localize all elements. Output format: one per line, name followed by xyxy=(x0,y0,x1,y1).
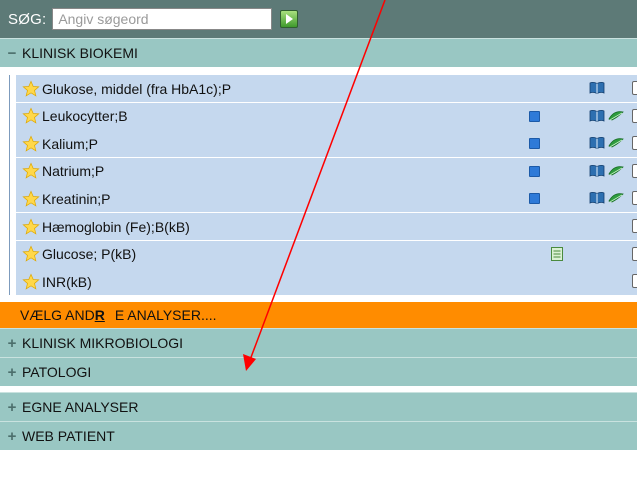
section-klinisk-mikrobiologi[interactable]: + KLINISK MIKROBIOLOGI xyxy=(0,328,637,357)
section-klinisk-biokemi[interactable]: − KLINISK BIOKEMI xyxy=(0,38,637,67)
favorite-star-icon[interactable] xyxy=(22,107,40,125)
section-title: KLINISK BIOKEMI xyxy=(22,45,138,61)
favorite-star-icon[interactable] xyxy=(22,79,40,98)
blue-square-icon[interactable] xyxy=(529,193,540,205)
search-label: SØG: xyxy=(8,10,47,28)
analysis-checkbox[interactable] xyxy=(632,191,637,206)
favorite-star-icon[interactable] xyxy=(22,162,40,180)
section-patologi[interactable]: + PATOLOGI xyxy=(0,357,637,386)
book-icon[interactable] xyxy=(589,136,605,153)
analysis-checkbox[interactable] xyxy=(632,274,637,289)
favorite-star-icon[interactable] xyxy=(22,217,40,236)
blue-square-icon[interactable] xyxy=(529,110,540,122)
section-web-patient[interactable]: + WEB PATIENT xyxy=(0,421,637,450)
choose-more-label: VÆLG ANDR E ANALYSER.... xyxy=(20,307,217,323)
analysis-row[interactable]: Glucose; P(kB) xyxy=(16,240,637,269)
analysis-checkbox[interactable] xyxy=(632,163,637,178)
favorite-star-icon[interactable] xyxy=(22,245,40,263)
analysis-name: Glucose; P(kB) xyxy=(42,246,137,263)
section-title: EGNE ANALYSER xyxy=(22,399,139,415)
expand-icon[interactable]: + xyxy=(2,364,22,381)
collapse-icon[interactable]: − xyxy=(2,45,22,62)
analysis-checkbox[interactable] xyxy=(632,81,637,95)
favorite-star-icon[interactable] xyxy=(22,273,40,291)
analysis-row[interactable]: Kalium;P xyxy=(16,130,637,159)
analysis-row[interactable]: Natrium;P xyxy=(16,157,637,186)
book-icon[interactable] xyxy=(589,164,605,181)
analyses-list: Glukose, middel (fra HbA1c);P Leukocytter… xyxy=(9,75,637,297)
favorite-star-icon[interactable] xyxy=(22,135,40,153)
section-title: PATOLOGI xyxy=(22,364,92,380)
expand-icon[interactable]: + xyxy=(2,428,22,445)
expand-icon[interactable]: + xyxy=(2,399,22,416)
analysis-row[interactable]: INR(kB) xyxy=(16,268,637,297)
green-leaf-icon[interactable] xyxy=(608,136,624,153)
choose-more-analyses-button[interactable]: VÆLG ANDR E ANALYSER.... xyxy=(0,302,637,328)
book-icon[interactable] xyxy=(589,109,605,126)
expand-icon[interactable]: + xyxy=(2,335,22,352)
analysis-checkbox[interactable] xyxy=(632,136,637,151)
analysis-row[interactable]: Kreatinin;P xyxy=(16,185,637,214)
blue-square-icon[interactable] xyxy=(529,165,540,177)
analysis-row[interactable]: Leukocytter;B xyxy=(16,102,637,131)
green-leaf-icon[interactable] xyxy=(608,191,624,208)
analysis-row[interactable]: Hæmoglobin (Fe);B(kB) xyxy=(16,213,637,241)
search-bar: SØG: xyxy=(0,0,637,38)
analyses-panel: Glukose, middel (fra HbA1c);P Leukocytter… xyxy=(0,72,637,300)
book-icon[interactable] xyxy=(589,191,605,208)
document-icon[interactable] xyxy=(551,246,563,264)
book-icon[interactable] xyxy=(589,81,605,98)
analysis-name: Natrium;P xyxy=(42,163,105,180)
green-leaf-icon[interactable] xyxy=(608,164,624,181)
analysis-row[interactable]: Glukose, middel (fra HbA1c);P xyxy=(16,75,637,103)
section-title: WEB PATIENT xyxy=(22,428,115,444)
section-title: KLINISK MIKROBIOLOGI xyxy=(22,335,184,351)
analysis-checkbox[interactable] xyxy=(632,219,637,233)
analysis-checkbox[interactable] xyxy=(632,108,637,123)
green-leaf-icon[interactable] xyxy=(608,109,624,126)
favorite-star-icon[interactable] xyxy=(22,190,40,208)
section-egne-analyser[interactable]: + EGNE ANALYSER xyxy=(0,392,637,421)
play-icon xyxy=(286,14,294,24)
analysis-checkbox[interactable] xyxy=(632,246,637,261)
search-go-button[interactable] xyxy=(280,10,299,28)
analysis-name: Kreatinin;P xyxy=(42,190,111,207)
analysis-name: Hæmoglobin (Fe);B(kB) xyxy=(42,218,190,235)
analysis-name: INR(kB) xyxy=(42,273,92,290)
blue-square-icon[interactable] xyxy=(529,138,540,150)
analysis-name: Glukose, middel (fra HbA1c);P xyxy=(42,80,232,97)
search-input[interactable] xyxy=(52,8,273,30)
analysis-name: Leukocytter;B xyxy=(42,108,128,125)
analysis-name: Kalium;P xyxy=(42,135,99,152)
